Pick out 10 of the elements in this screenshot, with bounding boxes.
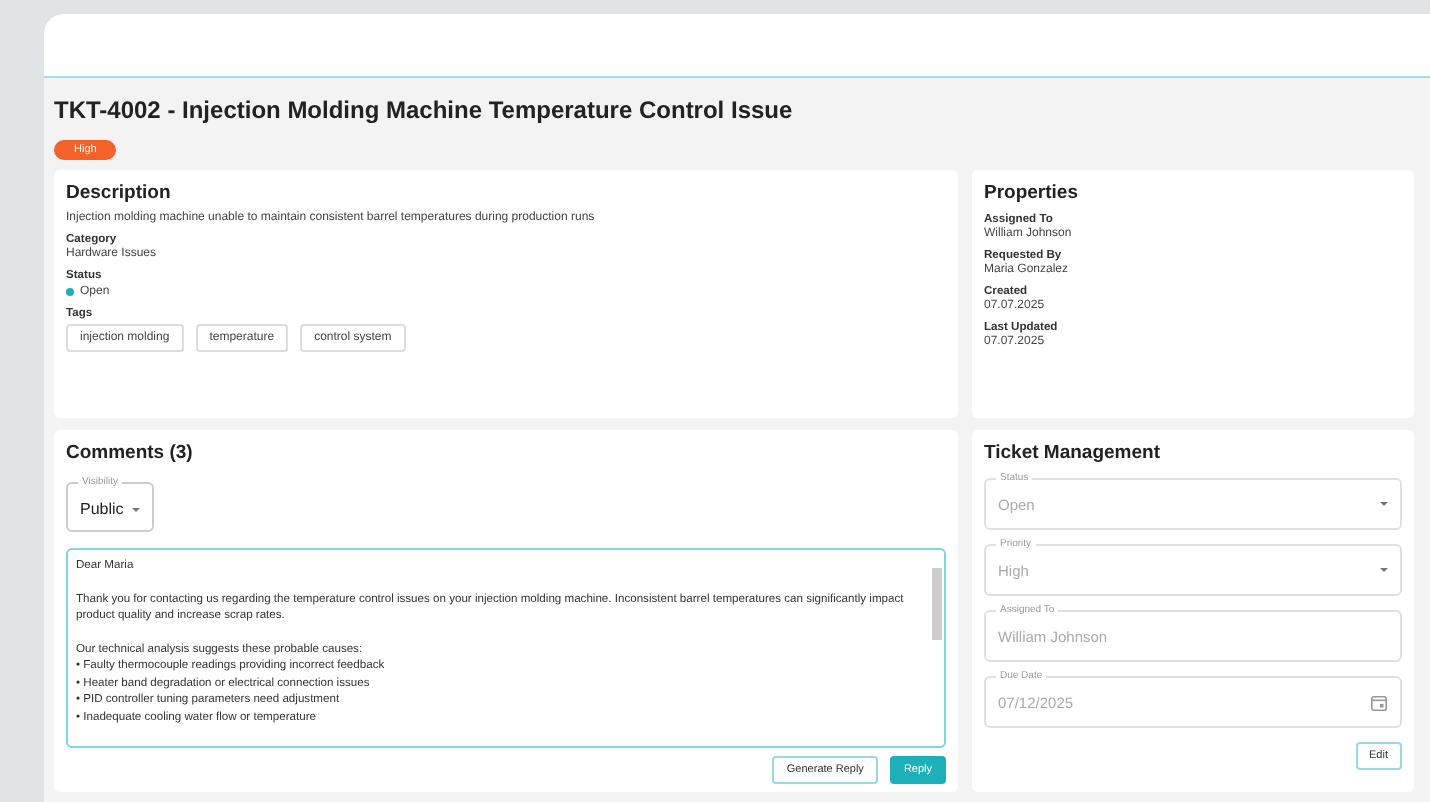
section-heading: Comments (3) [66,442,195,464]
status-dot-icon [66,287,74,295]
section-heading: Ticket Management [984,442,1162,464]
caret-icon [1380,568,1388,572]
ticket-title: TKT-4002 - Injection Molding Machine Temperature Control Issue [54,96,795,124]
calendar-icon [1370,693,1388,711]
caret-icon [1380,502,1388,506]
section-heading: Description [66,182,173,204]
caret-icon [131,507,140,511]
section-heading: Properties [984,182,1080,204]
